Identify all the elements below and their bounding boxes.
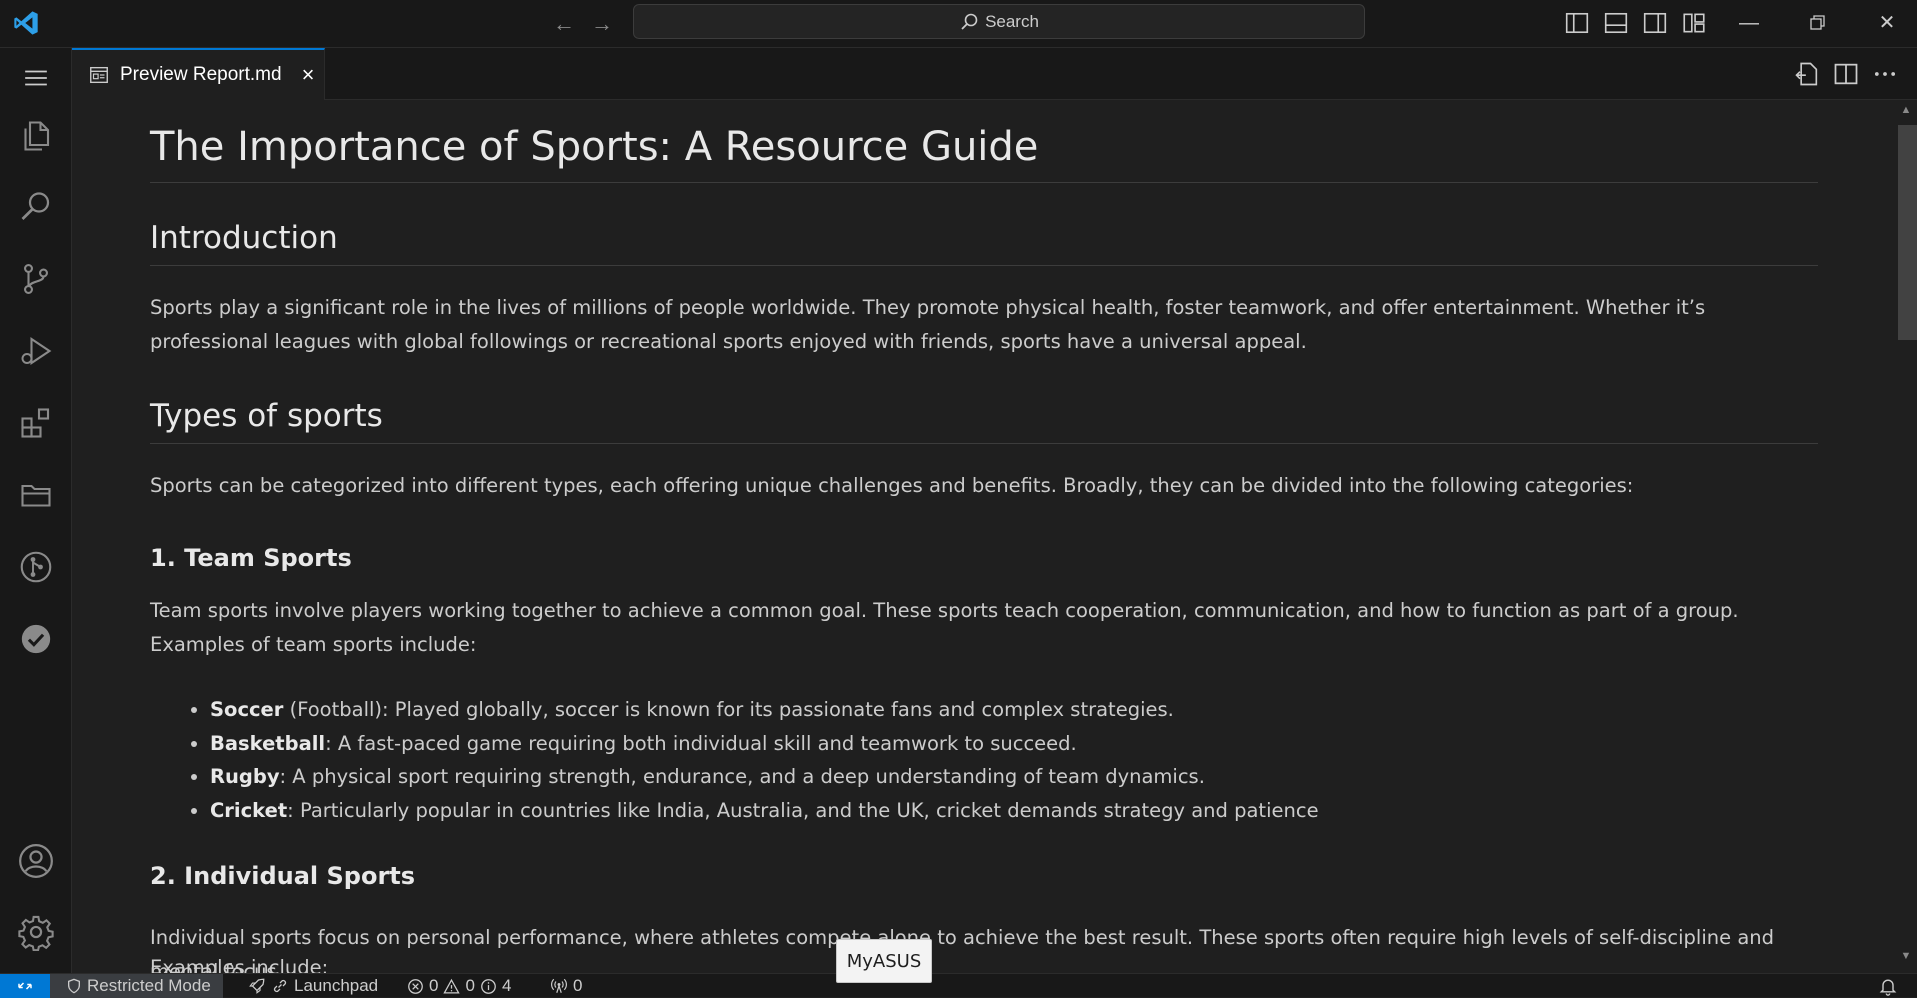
launchpad-item[interactable]: Launchpad (248, 974, 378, 998)
settings-gear-icon[interactable] (14, 910, 58, 954)
markdown-preview[interactable]: The Importance of Sports: A Resource Gui… (72, 100, 1894, 973)
open-source-icon[interactable] (1793, 60, 1821, 88)
folder-icon[interactable] (14, 473, 58, 517)
search-icon (961, 13, 978, 30)
tab-preview-report[interactable]: Preview Report.md × (72, 48, 325, 100)
restricted-mode-indicator[interactable]: Restricted Mode (50, 974, 223, 998)
git-graph-icon[interactable] (14, 545, 58, 589)
status-bar: Restricted Mode Launchpad 0 0 4 0 (0, 973, 1917, 998)
command-center-search[interactable]: Search (633, 4, 1365, 39)
menu-icon[interactable] (14, 56, 58, 100)
info-count: 4 (501, 976, 512, 995)
ports-indicator[interactable]: 0 (550, 974, 582, 998)
forward-arrow-icon[interactable]: → (588, 10, 616, 38)
check-circle-icon[interactable] (14, 617, 58, 661)
search-view-icon[interactable] (14, 185, 58, 229)
vscode-logo-icon[interactable] (12, 9, 40, 37)
warning-icon (443, 978, 461, 994)
explorer-icon[interactable] (14, 114, 58, 158)
ports-count: 0 (573, 976, 583, 995)
heading-team-sports: 1. Team Sports (150, 544, 352, 572)
toggle-primary-sidebar-icon[interactable] (1564, 10, 1590, 36)
intro-paragraph: Sports play a significant role in the li… (150, 296, 1706, 353)
remote-indicator-button[interactable] (0, 974, 50, 998)
problems-indicator[interactable]: 0 0 4 (407, 974, 511, 998)
remote-icon (18, 982, 32, 990)
source-control-icon[interactable] (14, 257, 58, 301)
list-item-text: : A fast-paced game requiring both indiv… (325, 731, 1077, 755)
list-item-term: Basketball (210, 731, 326, 755)
shield-icon (68, 978, 80, 994)
myasus-tooltip: MyASUS (836, 939, 932, 983)
scrollbar-thumb[interactable] (1898, 125, 1917, 340)
title-bar: ← → Search — ✕ (0, 0, 1917, 48)
list-item-term: Cricket (210, 798, 288, 822)
info-icon (481, 978, 496, 994)
split-editor-icon[interactable] (1832, 60, 1860, 88)
list-item: Rugby: A physical sport requiring streng… (210, 760, 1319, 794)
team-sports-list: Soccer (Football): Played globally, socc… (150, 693, 1319, 827)
customize-layout-icon[interactable] (1681, 10, 1707, 36)
preview-icon (90, 66, 108, 84)
list-item-text: : Particularly popular in countries like… (287, 798, 1319, 822)
list-item-text: (Football): Played globally, soccer is k… (283, 698, 1174, 721)
list-item-term: Rugby (210, 765, 280, 788)
warning-count: 0 (465, 976, 475, 995)
heading-individual-sports: 2. Individual Sports (150, 862, 416, 890)
list-item: Cricket: Particularly popular in countri… (210, 794, 1319, 828)
activity-bar (0, 48, 72, 973)
run-and-debug-icon[interactable] (14, 329, 58, 373)
close-window-button[interactable]: ✕ (1872, 8, 1902, 38)
search-label: Search (985, 11, 1039, 31)
broadcast-icon (551, 978, 567, 993)
close-tab-icon[interactable]: × (302, 62, 315, 88)
tab-label: Preview Report.md (120, 64, 282, 85)
heading-introduction: Introduction (150, 220, 1818, 266)
list-item: Soccer (Football): Played globally, socc… (210, 693, 1319, 727)
editor-tab-bar: Preview Report.md × (72, 48, 1917, 100)
restore-button[interactable] (1802, 8, 1832, 38)
toggle-secondary-sidebar-icon[interactable] (1642, 10, 1668, 36)
more-actions-icon[interactable] (1871, 60, 1899, 88)
error-count: 0 (429, 976, 439, 995)
scroll-up-arrow-icon[interactable]: ▲ (1899, 104, 1913, 116)
error-icon (408, 978, 423, 994)
document-title: The Importance of Sports: A Resource Gui… (150, 124, 1818, 183)
heading-types-of-sports: Types of sports (150, 398, 1818, 444)
extensions-icon[interactable] (14, 401, 58, 445)
link-icon (273, 979, 287, 993)
restricted-mode-label: Restricted Mode (87, 976, 211, 995)
list-item: Basketball: A fast-paced game requiring … (210, 727, 1319, 761)
toggle-panel-icon[interactable] (1603, 10, 1629, 36)
back-arrow-icon[interactable]: ← (550, 10, 578, 38)
minimize-button[interactable]: — (1734, 8, 1764, 38)
team-sports-paragraph: Team sports involve players working toge… (150, 599, 1739, 656)
types-paragraph: Sports can be categorized into different… (150, 474, 1634, 497)
accounts-icon[interactable] (14, 839, 58, 883)
scroll-down-arrow-icon[interactable]: ▼ (1899, 950, 1913, 962)
notifications-bell-icon[interactable] (1878, 976, 1898, 996)
list-item-text: : A physical sport requiring strength, e… (279, 765, 1205, 788)
individual-sports-partial-line: Examples include: (150, 956, 329, 973)
list-item-term: Soccer (210, 698, 284, 721)
rocket-icon (249, 978, 265, 994)
launchpad-label: Launchpad (294, 976, 379, 995)
